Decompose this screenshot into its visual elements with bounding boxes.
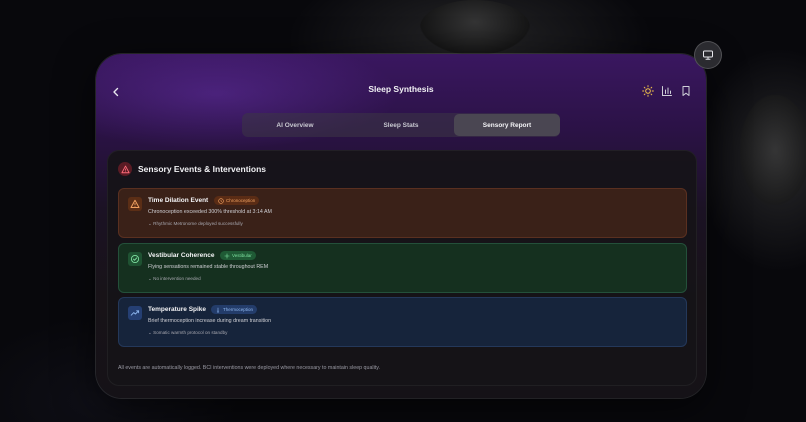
trend-up-icon — [128, 306, 142, 320]
event-description: Chronoception exceeded 300% threshold at… — [148, 209, 272, 215]
event-card-temperature[interactable]: Temperature Spike Thermoception Brief th… — [118, 297, 687, 347]
bookmark-icon — [682, 86, 690, 96]
event-badge: Vestibular — [220, 251, 256, 260]
thermometer-icon — [216, 307, 220, 313]
sensory-events-panel: Sensory Events & Interventions Time Dila… — [107, 150, 697, 386]
panel-title: Sensory Events & Interventions — [138, 164, 267, 174]
stats-button[interactable] — [659, 82, 675, 100]
background-foliage — [420, 0, 530, 55]
event-note: ⌄ No intervention needed — [148, 276, 201, 281]
event-badge: Chronoception — [214, 196, 260, 205]
app-window: Sleep Synthesis AI Overview Sleep Stats … — [96, 54, 706, 398]
event-description: Brief thermoception increase during drea… — [148, 318, 272, 324]
event-description: Flying sensations remained stable throug… — [148, 264, 269, 270]
tab-ai-overview[interactable]: AI Overview — [242, 113, 348, 137]
theme-toggle-button[interactable] — [640, 82, 656, 100]
event-title: Temperature Spike — [148, 306, 207, 313]
event-title: Time Dilation Event — [148, 197, 209, 204]
background-foliage — [740, 95, 806, 205]
page-title: Sleep Synthesis — [368, 84, 434, 94]
tab-bar: AI Overview Sleep Stats Sensory Report — [242, 113, 560, 137]
bookmark-button[interactable] — [678, 82, 694, 100]
event-badge: Thermoception — [211, 305, 258, 314]
event-note: ⌄ Somatic warmth protocol on standby — [148, 330, 228, 335]
header: Sleep Synthesis — [96, 80, 706, 104]
alert-triangle-icon — [120, 165, 130, 173]
event-title: Vestibular Coherence — [148, 252, 215, 259]
event-note: ⌄ Rhythmic Metronome deployed successful… — [148, 221, 243, 226]
tab-sleep-stats[interactable]: Sleep Stats — [348, 113, 454, 137]
footer-note: All events are automatically logged. BCI… — [118, 365, 380, 371]
event-card-time-dilation[interactable]: Time Dilation Event Chronoception Chrono… — [118, 188, 687, 238]
display-mode-button[interactable] — [694, 41, 722, 69]
event-card-vestibular[interactable]: Vestibular Coherence Vestibular Flying s… — [118, 243, 687, 293]
monitor-icon — [703, 50, 713, 60]
move-icon — [224, 253, 230, 258]
sun-icon — [642, 85, 654, 97]
alert-badge — [118, 162, 132, 176]
tab-sensory-report[interactable]: Sensory Report — [454, 114, 560, 136]
warning-triangle-icon — [128, 197, 142, 211]
bar-chart-icon — [662, 86, 672, 96]
check-circle-icon — [128, 252, 142, 266]
clock-icon — [218, 197, 224, 204]
